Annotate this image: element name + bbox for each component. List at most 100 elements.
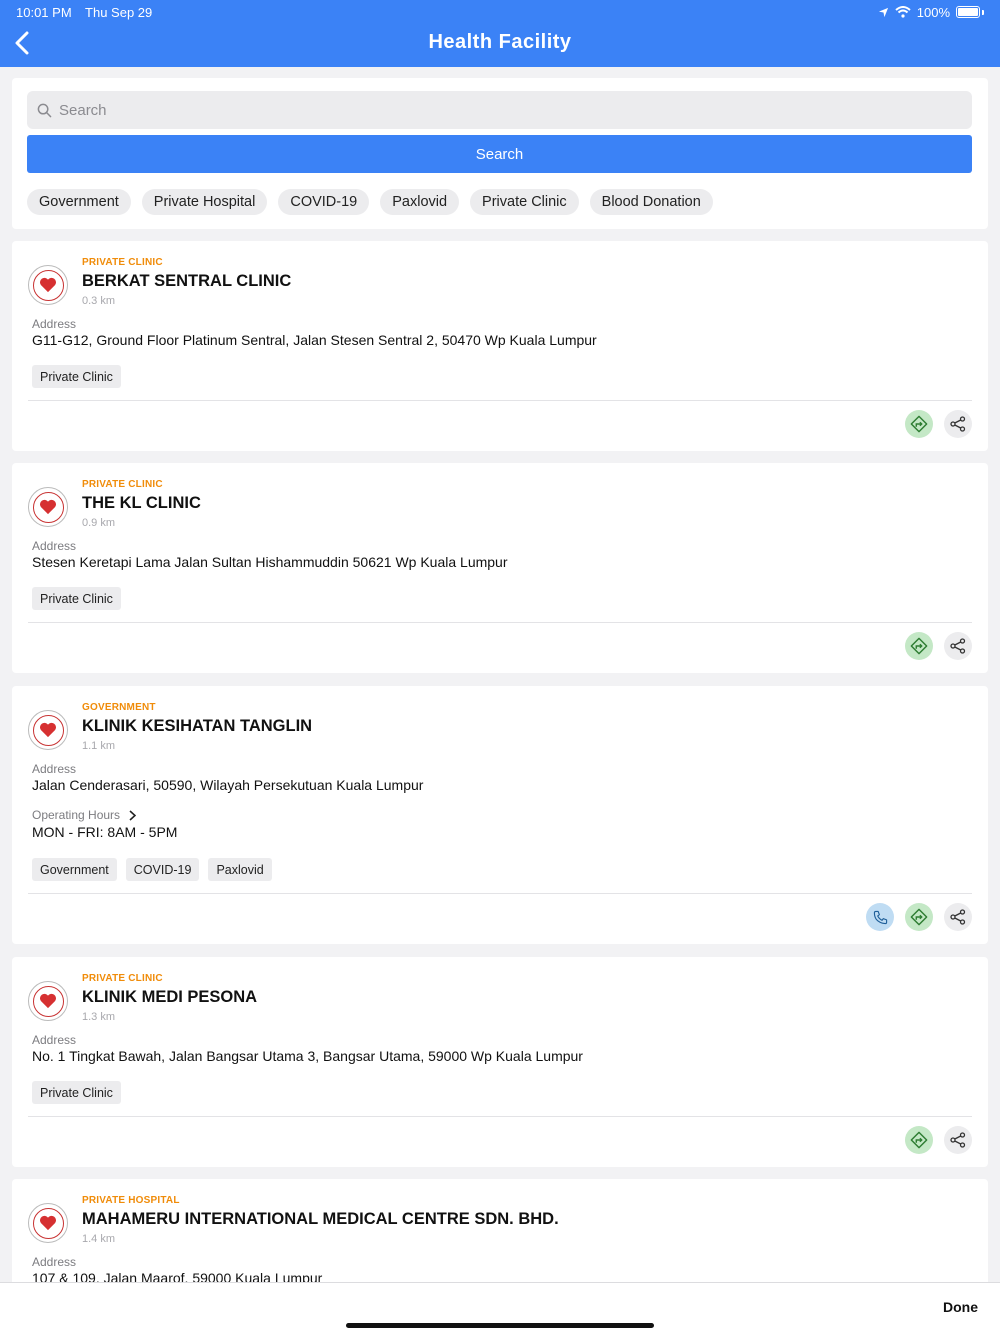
share-button[interactable]: [944, 1126, 972, 1154]
heart-logo-icon: [40, 993, 56, 1009]
facility-distance: 0.3 km: [82, 295, 116, 307]
search-input[interactable]: [59, 101, 939, 119]
directions-button[interactable]: [905, 632, 933, 660]
operating-hours-value: MON - FRI: 8AM - 5PM: [32, 824, 178, 840]
card-divider: [28, 1116, 972, 1117]
facility-name: MAHAMERU INTERNATIONAL MEDICAL CENTRE SD…: [82, 1210, 559, 1228]
filter-chip-private-clinic[interactable]: Private Clinic: [470, 189, 579, 215]
address-label: Address: [32, 1255, 77, 1269]
card-divider: [28, 893, 972, 894]
facility-address: No. 1 Tingkat Bawah, Jalan Bangsar Utama…: [32, 1048, 583, 1064]
facility-address: G11-G12, Ground Floor Platinum Sentral, …: [32, 332, 597, 348]
chevron-right-icon: [129, 809, 137, 821]
card-actions: [866, 903, 972, 931]
directions-button[interactable]: [905, 410, 933, 438]
facility-tag: Paxlovid: [208, 858, 272, 881]
directions-icon: [910, 415, 928, 433]
facility-tag: Private Clinic: [32, 1081, 121, 1104]
facility-category: PRIVATE CLINIC: [82, 973, 163, 984]
directions-button[interactable]: [905, 903, 933, 931]
facility-logo: [28, 710, 68, 750]
card-actions: [905, 1126, 972, 1154]
facility-tag: COVID-19: [125, 858, 200, 881]
battery-tip: [982, 9, 984, 15]
share-icon: [950, 909, 966, 925]
status-time: 10:01 PM: [16, 4, 72, 20]
battery-icon: [956, 6, 980, 18]
address-label: Address: [32, 762, 77, 776]
facility-logo: [28, 487, 68, 527]
facility-category: PRIVATE CLINIC: [82, 479, 163, 490]
share-icon: [950, 416, 966, 432]
status-bar: 10:01 PM Thu Sep 29 100%: [16, 4, 984, 20]
operating-hours-label: Operating Hours: [32, 808, 121, 822]
facility-name: KLINIK KESIHATAN TANGLIN: [82, 717, 313, 735]
facility-name: BERKAT SENTRAL CLINIC: [82, 272, 292, 290]
address-label: Address: [32, 1033, 77, 1047]
directions-icon: [910, 637, 928, 655]
heart-logo-icon: [40, 1215, 56, 1231]
facility-tag: Private Clinic: [32, 365, 121, 388]
heart-logo-icon: [40, 722, 56, 738]
facility-card[interactable]: PRIVATE CLINIC BERKAT SENTRAL CLINIC 0.3…: [12, 241, 988, 451]
filter-chips: Government Private Hospital COVID-19 Pax…: [27, 189, 713, 215]
facility-tags: Private Clinic: [32, 587, 121, 610]
facility-distance: 1.1 km: [82, 740, 116, 752]
heart-logo-icon: [40, 499, 56, 515]
share-button[interactable]: [944, 903, 972, 931]
facility-tags: Private Clinic: [32, 1081, 121, 1104]
facility-category: PRIVATE HOSPITAL: [82, 1195, 180, 1206]
facility-category: PRIVATE CLINIC: [82, 257, 163, 268]
card-divider: [28, 622, 972, 623]
facility-logo: [28, 981, 68, 1021]
address-label: Address: [32, 317, 77, 331]
navigation-header: 10:01 PM Thu Sep 29 100% Health Facility: [0, 0, 1000, 67]
facility-address: Jalan Cenderasari, 50590, Wilayah Persek…: [32, 777, 424, 793]
facility-distance: 1.4 km: [82, 1233, 116, 1245]
call-button[interactable]: [866, 903, 894, 931]
facility-distance: 0.9 km: [82, 517, 116, 529]
filter-chip-private-hospital[interactable]: Private Hospital: [141, 189, 268, 215]
filter-chip-government[interactable]: Government: [27, 189, 131, 215]
share-icon: [950, 638, 966, 654]
facility-category: GOVERNMENT: [82, 702, 156, 713]
card-divider: [28, 400, 972, 401]
heart-logo-icon: [40, 277, 56, 293]
facility-address: Stesen Keretapi Lama Jalan Sultan Hisham…: [32, 554, 508, 570]
share-button[interactable]: [944, 410, 972, 438]
keyboard-toolbar: Done: [0, 1282, 1000, 1334]
search-field[interactable]: [27, 91, 972, 129]
search-button[interactable]: Search: [27, 135, 972, 173]
facility-tag: Government: [32, 858, 117, 881]
facility-distance: 1.3 km: [82, 1011, 116, 1023]
home-indicator: [346, 1323, 654, 1328]
facility-name: KLINIK MEDI PESONA: [82, 988, 258, 1006]
share-button[interactable]: [944, 632, 972, 660]
battery-percent: 100%: [916, 4, 950, 20]
card-actions: [905, 632, 972, 660]
facility-logo: [28, 1203, 68, 1243]
search-icon: [37, 103, 52, 117]
facility-card[interactable]: PRIVATE HOSPITAL MAHAMERU INTERNATIONAL …: [12, 1179, 988, 1289]
address-label: Address: [32, 539, 77, 553]
directions-icon: [910, 908, 928, 926]
filter-chip-blood-donation[interactable]: Blood Donation: [589, 189, 713, 215]
wifi-icon: [895, 6, 911, 18]
facility-logo: [28, 265, 68, 305]
done-button[interactable]: Done: [943, 1299, 978, 1315]
facility-card[interactable]: PRIVATE CLINIC THE KL CLINIC 0.9 km Addr…: [12, 463, 988, 673]
share-icon: [950, 1132, 966, 1148]
directions-button[interactable]: [905, 1126, 933, 1154]
facility-tag: Private Clinic: [32, 587, 121, 610]
facility-name: THE KL CLINIC: [82, 494, 201, 512]
operating-hours-toggle[interactable]: Operating Hours: [32, 808, 137, 822]
facility-tags: Private Clinic: [32, 365, 121, 388]
location-arrow-icon: [878, 7, 888, 17]
status-right: 100%: [878, 5, 984, 20]
facility-card[interactable]: PRIVATE CLINIC KLINIK MEDI PESONA 1.3 km…: [12, 957, 988, 1167]
filter-chip-paxlovid[interactable]: Paxlovid: [380, 189, 460, 215]
facility-card[interactable]: GOVERNMENT KLINIK KESIHATAN TANGLIN 1.1 …: [12, 686, 988, 944]
page-title: Health Facility: [428, 31, 572, 53]
phone-icon: [873, 910, 887, 924]
filter-chip-covid-19[interactable]: COVID-19: [278, 189, 370, 215]
